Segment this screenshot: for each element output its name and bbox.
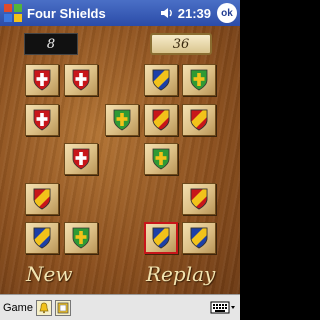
green-yellow-cross-shield-icon xyxy=(190,69,208,91)
keyboard-icon[interactable] xyxy=(210,300,236,316)
blue-yellow-bend-shield-icon xyxy=(152,227,170,249)
blue-yellow-bend-shield-icon xyxy=(33,227,51,249)
red-white-cross-shield-icon xyxy=(33,69,51,91)
blue-yellow-bend-shield-icon xyxy=(152,69,170,91)
game-board: 8 36 New Replay xyxy=(0,26,240,294)
windows-start-icon[interactable] xyxy=(4,4,22,22)
shield-tile[interactable] xyxy=(25,104,59,136)
shield-tile[interactable] xyxy=(64,222,98,254)
shield-tile[interactable] xyxy=(182,183,216,215)
shield-tile[interactable] xyxy=(144,64,178,96)
green-yellow-cross-shield-icon xyxy=(72,227,90,249)
shield-tile[interactable] xyxy=(182,104,216,136)
shield-tile[interactable] xyxy=(144,143,178,175)
moves-counter: 8 xyxy=(24,33,78,55)
bell-icon[interactable] xyxy=(35,299,52,316)
shield-tile[interactable] xyxy=(182,222,216,254)
tile-icon[interactable] xyxy=(54,299,71,316)
red-yellow-bend-shield-icon xyxy=(152,109,170,131)
shield-tile[interactable] xyxy=(25,64,59,96)
red-white-cross-shield-icon xyxy=(72,69,90,91)
new-game-button[interactable]: New xyxy=(26,262,72,286)
replay-button[interactable]: Replay xyxy=(146,262,215,286)
red-yellow-bend-shield-icon xyxy=(190,188,208,210)
shield-tile[interactable] xyxy=(25,222,59,254)
green-yellow-cross-shield-icon xyxy=(113,109,131,131)
game-menu[interactable]: Game xyxy=(3,302,33,314)
green-yellow-cross-shield-icon xyxy=(152,148,170,170)
score-display: 36 xyxy=(150,33,212,55)
shield-tile[interactable] xyxy=(105,104,139,136)
red-yellow-bend-shield-icon xyxy=(190,109,208,131)
shield-tile[interactable] xyxy=(64,143,98,175)
ok-button[interactable]: ok xyxy=(217,3,237,23)
red-white-cross-shield-icon xyxy=(33,109,51,131)
app-title: Four Shields xyxy=(27,5,106,21)
shield-tile[interactable] xyxy=(182,64,216,96)
menu-bar: Game xyxy=(0,294,240,320)
shield-tile[interactable] xyxy=(25,183,59,215)
blue-yellow-bend-shield-icon xyxy=(190,227,208,249)
title-bar: Four Shields 21:39 ok xyxy=(0,0,240,26)
shield-tile[interactable] xyxy=(144,222,178,254)
red-yellow-bend-shield-icon xyxy=(33,188,51,210)
shield-tile[interactable] xyxy=(144,104,178,136)
clock[interactable]: 21:39 xyxy=(178,6,211,21)
red-white-cross-shield-icon xyxy=(72,148,90,170)
speaker-icon[interactable] xyxy=(160,6,174,20)
shield-tile[interactable] xyxy=(64,64,98,96)
